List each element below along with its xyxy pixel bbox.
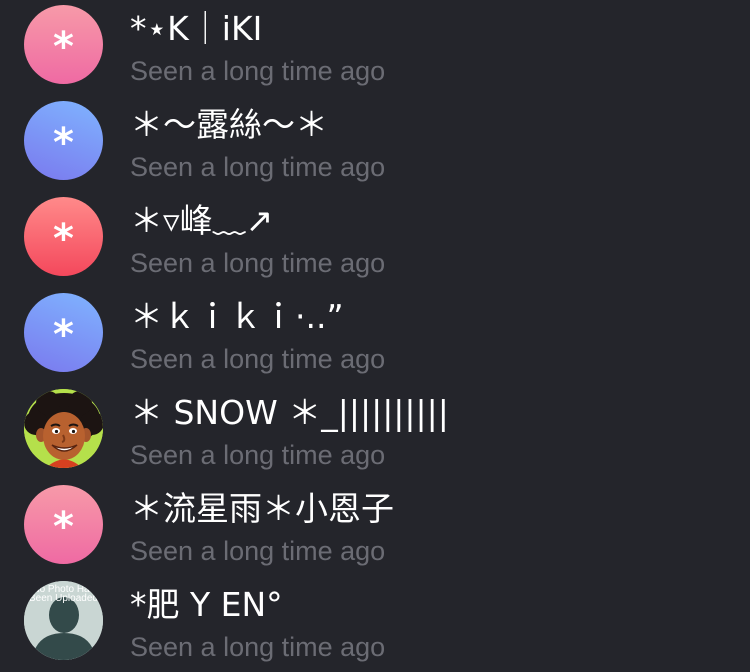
contact-row[interactable]: * ＊流星雨＊小恩子 Seen a long time ago — [0, 480, 750, 576]
contact-list: * *⋆K｜iKI Seen a long time ago * ＊～露絲～＊ … — [0, 0, 750, 672]
avatar: * — [24, 293, 103, 372]
last-seen-status: Seen a long time ago — [130, 632, 386, 662]
contact-row[interactable]: No Photo Has Been Uploaded *肥 Y EN° Seen… — [0, 576, 750, 672]
avatar-initial: * — [53, 23, 74, 70]
contact-row[interactable]: * *⋆K｜iKI Seen a long time ago — [0, 0, 750, 96]
contact-row[interactable]: * ＊～露絲～＊ Seen a long time ago — [0, 96, 750, 192]
last-seen-status: Seen a long time ago — [130, 440, 386, 470]
avatar-initial: * — [53, 311, 74, 358]
avatar — [24, 389, 103, 468]
contact-row[interactable]: ＊ SNOW ＊_|||||||||| Seen a long time ago — [0, 384, 750, 480]
last-seen-status: Seen a long time ago — [130, 344, 386, 374]
last-seen-status: Seen a long time ago — [130, 56, 386, 86]
avatar: * — [24, 101, 103, 180]
avatar: * — [24, 485, 103, 564]
cartoon-face-icon — [24, 389, 103, 468]
avatar: No Photo Has Been Uploaded — [24, 581, 103, 660]
contact-name: ＊～露絲～＊ — [130, 105, 328, 144]
avatar-initial: * — [53, 215, 74, 262]
avatar: * — [24, 197, 103, 276]
contact-name: *肥 Y EN° — [130, 585, 283, 624]
last-seen-status: Seen a long time ago — [130, 152, 386, 182]
contact-name: ＊ SNOW ＊_|||||||||| — [130, 393, 449, 432]
last-seen-status: Seen a long time ago — [130, 248, 386, 278]
avatar: * — [24, 5, 103, 84]
contact-name: ＊ｋｉｋｉ·..” — [130, 297, 344, 336]
no-photo-caption: No Photo Has Been Uploaded — [29, 584, 98, 604]
contact-row[interactable]: * ＊▿峰﹏↗ Seen a long time ago — [0, 192, 750, 288]
avatar-initial: * — [53, 503, 74, 550]
contact-name: ＊流星雨＊小恩子 — [130, 489, 394, 528]
avatar-initial: * — [53, 119, 74, 166]
contact-name: ＊▿峰﹏↗ — [130, 201, 274, 240]
last-seen-status: Seen a long time ago — [130, 536, 386, 566]
contact-name: *⋆K｜iKI — [130, 9, 263, 48]
contact-row[interactable]: * ＊ｋｉｋｉ·..” Seen a long time ago — [0, 288, 750, 384]
